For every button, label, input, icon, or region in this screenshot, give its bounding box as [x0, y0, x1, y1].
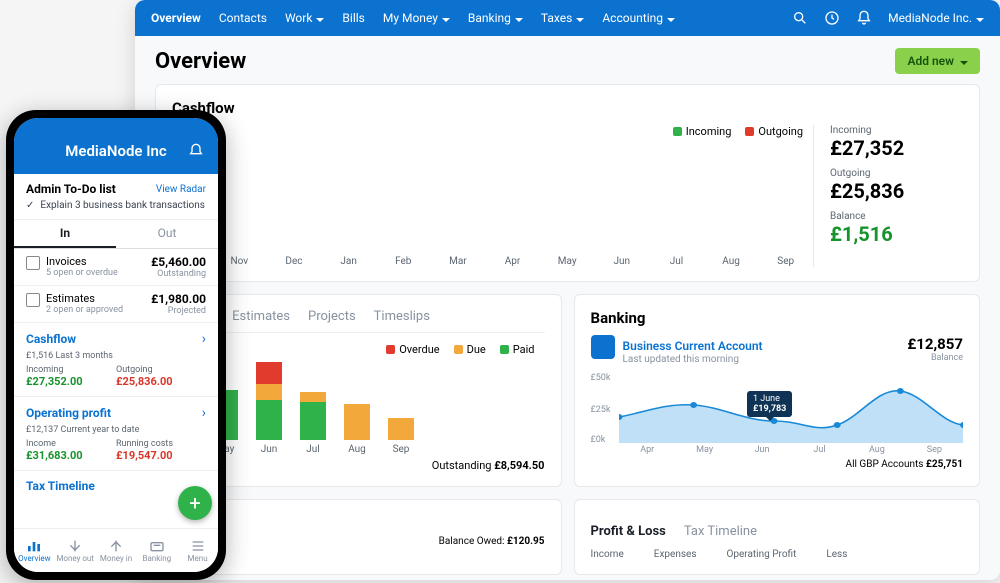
bank-icon [591, 335, 615, 359]
nav-banking[interactable]: Banking [468, 11, 523, 25]
banking-sparkline: £50k £25k £0k 1 June£19,783 [591, 373, 964, 443]
mobile-operating-profit[interactable]: Operating profit› £12,137 Current year t… [14, 397, 218, 471]
add-new-button[interactable]: Add new [895, 48, 980, 74]
legend-outgoing: Outgoing [745, 125, 803, 138]
todo-item[interactable]: ✓Explain 3 business bank transactions [26, 200, 206, 211]
outstanding-total: Outstanding £8,594.50 [172, 459, 545, 472]
main-content: Overview Add new Cashflow Incoming Outgo… [135, 36, 1000, 580]
cashflow-balance-total: Balance£1,516 [830, 211, 963, 246]
doc-icon [26, 293, 40, 307]
view-radar-link[interactable]: View Radar [156, 184, 206, 195]
desktop-app: Overview Contacts Work Bills My Money Banking… [135, 0, 1000, 580]
tab-timeslips[interactable]: Timeslips [374, 309, 430, 332]
mobile-tab-money-in[interactable]: Money in [96, 529, 137, 572]
banking-title: Banking [591, 309, 964, 327]
legend-incoming: Incoming [673, 125, 732, 138]
bell-icon[interactable] [188, 143, 204, 159]
nav-contacts[interactable]: Contacts [219, 11, 267, 25]
all-accounts-total: All GBP Accounts £25,751 [591, 459, 964, 470]
sparkline-tooltip: 1 June£19,783 [747, 391, 792, 417]
bank-updated: Last updated this morning [623, 354, 900, 365]
tab-estimates[interactable]: Estimates [232, 309, 290, 332]
tab-projects[interactable]: Projects [308, 309, 356, 332]
bell-icon[interactable] [856, 10, 872, 26]
bank-balance: £12,857 Balance [907, 335, 963, 365]
todo-title: Admin To-Do list [26, 182, 116, 196]
fab-add-button[interactable]: + [178, 486, 212, 520]
mobile-in-out-tabs: In Out [14, 220, 218, 249]
legend-overdue: Overdue [386, 343, 439, 356]
mobile-tab-overview[interactable]: Overview [14, 529, 55, 572]
pl-col-expenses: Expenses [654, 549, 697, 560]
page-title: Overview [155, 49, 246, 74]
nav-accounting[interactable]: Accounting [602, 11, 675, 25]
tab-out[interactable]: Out [116, 220, 218, 248]
company-switcher[interactable]: MediaNode Inc. [888, 11, 984, 25]
mobile-app: MediaNode Inc Admin To-Do list View Radar… [6, 110, 226, 580]
pl-col-less: Less [826, 549, 847, 560]
pl-col-operating-profit: Operating Profit [726, 549, 796, 560]
top-nav: Overview Contacts Work Bills My Money Banking… [135, 0, 1000, 36]
legend-paid: Paid [500, 343, 535, 356]
mobile-cashflow[interactable]: Cashflow› £1,516 Last 3 months Incoming£… [14, 323, 218, 397]
mobile-todo-section: Admin To-Do list View Radar ✓Explain 3 bu… [14, 174, 218, 220]
mobile-header: MediaNode Inc [14, 118, 218, 174]
search-icon[interactable] [792, 10, 808, 26]
tab-profit-loss[interactable]: Profit & Loss [591, 524, 666, 539]
mobile-company: MediaNode Inc [65, 142, 166, 160]
cashflow-title: Cashflow [172, 99, 963, 117]
mobile-tab-banking[interactable]: Banking [136, 529, 177, 572]
pl-col-income: Income [591, 549, 624, 560]
legend-due: Due [454, 343, 486, 356]
nav-overview[interactable]: Overview [151, 11, 201, 25]
nav-work[interactable]: Work [285, 11, 324, 25]
cashflow-card: Cashflow Incoming Outgoing NovDecJanFebM… [155, 84, 980, 282]
nav-my-money[interactable]: My Money [383, 11, 450, 25]
clock-icon[interactable] [824, 10, 840, 26]
cashflow-outgoing-total: Outgoing£25,836 [830, 168, 963, 203]
mobile-tab-menu[interactable]: Menu [177, 529, 218, 572]
banking-card: Banking Business Current Account Last up… [574, 294, 981, 487]
nav-bills[interactable]: Bills [342, 11, 364, 25]
nav-taxes[interactable]: Taxes [541, 11, 584, 25]
tab-tax-timeline[interactable]: Tax Timeline [684, 524, 757, 539]
mobile-row-estimates[interactable]: Estimates2 open or approved£1,980.00Proj… [14, 286, 218, 323]
bank-account-link[interactable]: Business Current Account [623, 339, 763, 353]
mobile-tab-money-out[interactable]: Money out [55, 529, 96, 572]
mobile-row-invoices[interactable]: Invoices5 open or overdue£5,460.00Outsta… [14, 249, 218, 286]
profit-loss-card: Profit & Loss Tax Timeline Income Expense… [574, 499, 981, 575]
doc-icon [26, 256, 40, 270]
cashflow-incoming-total: Incoming£27,352 [830, 125, 963, 160]
cashflow-chart: Incoming Outgoing NovDecJanFebMarAprMayJ… [172, 125, 813, 267]
bills-balance: Balance Owed: £120.95 [172, 532, 545, 551]
tab-in[interactable]: In [14, 220, 116, 248]
